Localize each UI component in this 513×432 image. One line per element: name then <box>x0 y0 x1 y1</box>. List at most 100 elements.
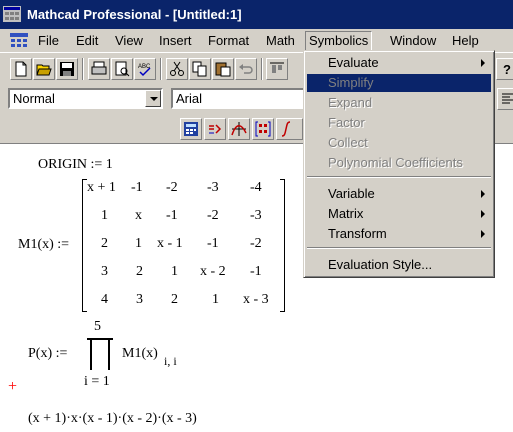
calculus-palette-button[interactable] <box>276 118 303 140</box>
symbolic-result[interactable]: (x + 1)·x·(x - 1)·(x - 2)·(x - 3) <box>28 411 197 427</box>
svg-text:?: ? <box>503 62 511 77</box>
matrix-cell[interactable]: x + 1 <box>87 180 116 196</box>
align-left-icon <box>502 93 513 104</box>
copy-button[interactable] <box>189 58 211 80</box>
matrix-cell[interactable]: 4 <box>101 292 108 308</box>
matrix-cell[interactable]: 1 <box>135 236 142 252</box>
matrix-definition-label[interactable]: M1(x) := <box>18 237 69 253</box>
paste-clipboard-icon <box>215 62 231 77</box>
matrix-cell[interactable]: -2 <box>166 180 178 196</box>
matrix-cell[interactable]: 1 <box>171 264 178 280</box>
title-bar[interactable]: Mathcad Professional - [Untitled:1] <box>0 0 513 29</box>
align-left-button[interactable] <box>497 88 513 110</box>
menu-item-label: Collect <box>328 135 368 150</box>
menu-item-variable[interactable]: Variable <box>307 185 491 203</box>
menu-insert[interactable]: Insert <box>156 32 195 50</box>
menu-item-simplify[interactable]: Simplify <box>307 74 491 92</box>
menu-item-polynomial-coefficients[interactable]: Polynomial Coefficients <box>307 154 491 172</box>
origin-definition[interactable]: ORIGIN := 1 <box>38 157 113 173</box>
menu-view[interactable]: View <box>112 32 146 50</box>
matrix-cell[interactable]: x - 2 <box>200 264 226 280</box>
menu-item-evaluate[interactable]: Evaluate <box>307 54 491 72</box>
menu-item-label: Factor <box>328 115 365 130</box>
matrix-cell[interactable]: 2 <box>101 236 108 252</box>
graph-palette-button[interactable] <box>228 118 250 140</box>
product-definition-label[interactable]: P(x) := <box>28 346 67 362</box>
chevron-down-icon[interactable] <box>145 90 161 107</box>
menu-item-label: Evaluate <box>328 55 379 70</box>
product-lower-limit[interactable]: i = 1 <box>84 374 110 390</box>
matrix-cell[interactable]: 2 <box>136 264 143 280</box>
product-upper-limit[interactable]: 5 <box>94 319 101 335</box>
print-button[interactable] <box>88 58 110 80</box>
matrix-left-bracket <box>82 179 87 312</box>
menu-separator <box>307 247 491 249</box>
product-term[interactable]: M1(x) <box>122 346 158 362</box>
matrix-cell[interactable]: x <box>135 208 142 224</box>
matrix-cell[interactable]: -3 <box>250 208 262 224</box>
matrix-cell[interactable]: -4 <box>250 180 262 196</box>
evaluation-icon <box>209 124 222 134</box>
cut-button[interactable] <box>166 58 188 80</box>
print-preview-icon <box>115 61 130 77</box>
menu-item-collect[interactable]: Collect <box>307 134 491 152</box>
evaluation-palette-button[interactable] <box>204 118 226 140</box>
menu-item-matrix[interactable]: Matrix <box>307 205 491 223</box>
matrix-cell[interactable]: 2 <box>171 292 178 308</box>
submenu-arrow-icon <box>481 210 485 218</box>
font-select-value: Arial <box>176 91 203 106</box>
menu-item-expand[interactable]: Expand <box>307 94 491 112</box>
submenu-arrow-icon <box>481 190 485 198</box>
matrix-cell[interactable]: -2 <box>207 208 219 224</box>
font-select[interactable]: Arial <box>171 88 311 109</box>
paste-button[interactable] <box>212 58 234 80</box>
spell-check-icon: ABC <box>138 64 151 77</box>
graph-icon <box>231 122 247 136</box>
matrix-cell[interactable]: -1 <box>207 236 219 252</box>
menu-item-label: Polynomial Coefficients <box>328 155 463 170</box>
menu-edit[interactable]: Edit <box>73 32 101 50</box>
menu-symbolics[interactable]: Symbolics <box>305 31 373 51</box>
matrix-cell[interactable]: -2 <box>250 236 262 252</box>
scissors-icon <box>170 61 184 76</box>
matrix-cell[interactable]: -1 <box>166 208 178 224</box>
menu-format[interactable]: Format <box>205 32 252 50</box>
product-subscript: i, i <box>164 354 177 368</box>
help-button[interactable]: ? <box>496 58 513 80</box>
window-title: Mathcad Professional - [Untitled:1] <box>27 7 242 22</box>
document-menu-icon[interactable] <box>9 32 29 49</box>
print-preview-button[interactable] <box>111 58 133 80</box>
menu-item-evaluation-style[interactable]: Evaluation Style... <box>307 256 491 274</box>
calculator-icon <box>184 122 198 136</box>
matrix-cell[interactable]: -1 <box>131 180 143 196</box>
mathcad-app-icon[interactable] <box>3 6 21 22</box>
matrix-cell[interactable]: x - 1 <box>157 236 183 252</box>
matrix-icon <box>255 121 271 137</box>
matrix-cell[interactable]: 1 <box>212 292 219 308</box>
undo-button[interactable] <box>235 58 257 80</box>
matrix-cell[interactable]: 3 <box>136 292 143 308</box>
matrix-cell[interactable]: 1 <box>101 208 108 224</box>
printer-icon <box>91 61 107 75</box>
calculator-palette-button[interactable] <box>180 118 202 140</box>
save-button[interactable] <box>56 58 78 80</box>
open-button[interactable] <box>33 58 55 80</box>
matrix-cell[interactable]: -1 <box>250 264 262 280</box>
menu-help[interactable]: Help <box>449 32 482 50</box>
align-top-button[interactable] <box>266 58 288 80</box>
menu-item-transform[interactable]: Transform <box>307 225 491 243</box>
spell-check-button[interactable]: ABC <box>134 58 156 80</box>
menu-item-label: Variable <box>328 186 375 201</box>
menu-item-label: Evaluation Style... <box>328 257 433 272</box>
style-select[interactable]: Normal <box>8 88 163 109</box>
menu-item-factor[interactable]: Factor <box>307 114 491 132</box>
menu-math[interactable]: Math <box>263 32 298 50</box>
menu-item-label: Simplify <box>328 75 374 90</box>
matrix-cell[interactable]: x - 3 <box>243 292 269 308</box>
matrix-cell[interactable]: -3 <box>207 180 219 196</box>
matrix-palette-button[interactable] <box>252 118 274 140</box>
menu-window[interactable]: Window <box>387 32 439 50</box>
new-button[interactable] <box>10 58 32 80</box>
matrix-cell[interactable]: 3 <box>101 264 108 280</box>
menu-file[interactable]: File <box>35 32 62 50</box>
